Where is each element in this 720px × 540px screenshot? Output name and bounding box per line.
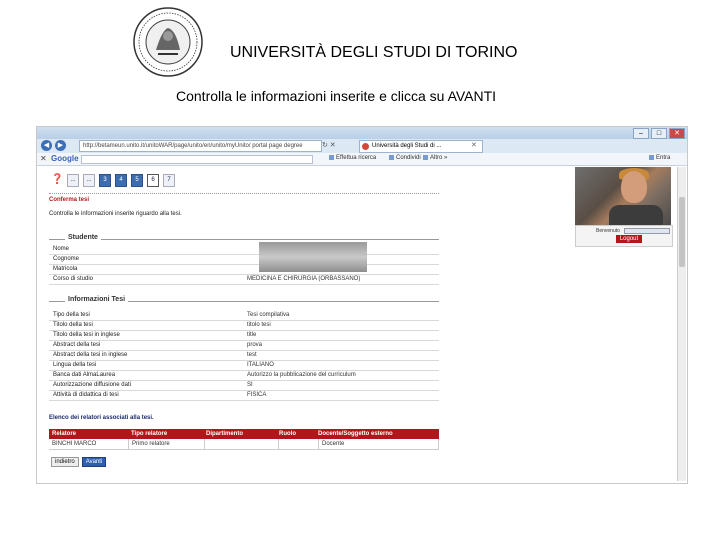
pager-item-current[interactable]: 6 — [147, 173, 159, 187]
window-titlebar: – □ ✕ — [37, 127, 687, 139]
vertical-scrollbar[interactable] — [677, 167, 686, 481]
help-icon[interactable]: ❓ — [51, 174, 63, 186]
google-search-input[interactable] — [81, 155, 313, 164]
refresh-icon[interactable]: ↻ ✕ — [322, 141, 336, 149]
tesi-section: Informazioni Tesi Tipo della tesi Tesi co… — [49, 296, 439, 402]
close-toolbar-icon[interactable]: ✕ — [40, 154, 47, 163]
login-box: Benvenuto Logout — [575, 225, 673, 247]
redacted-personal-data — [259, 242, 367, 272]
tab-unito[interactable]: Università degli Studi di ... — [359, 140, 483, 153]
pager-item[interactable]: ... — [83, 173, 95, 187]
back-arrow-icon[interactable]: ◀ — [41, 140, 52, 151]
tesi-legend: Informazioni Tesi — [65, 296, 129, 303]
next-button[interactable]: Avanti — [81, 457, 107, 467]
toolbar-login[interactable]: Entra — [649, 155, 670, 161]
forward-arrow-icon[interactable]: ▶ — [55, 140, 66, 151]
minimize-icon[interactable]: – — [633, 128, 649, 139]
relatori-table-header: Relatore Tipo relatore Dipartimento Ruol… — [49, 429, 439, 439]
studente-section: Studente Nome Cognome Matricola Corso di… — [49, 234, 439, 286]
field-row: Corso di studio MEDICINA E CHIRURGIA (ORB… — [49, 274, 439, 285]
pager-item[interactable]: 7 — [163, 173, 175, 187]
university-title: UNIVERSITÀ DEGLI STUDI DI TORINO — [230, 44, 518, 61]
login-label: Benvenuto — [596, 228, 620, 234]
scrollbar-thumb[interactable] — [679, 197, 685, 267]
page-subtitle: Controlla le informazioni inserite rigua… — [49, 211, 182, 217]
favicon-icon — [362, 143, 369, 150]
university-seal-logo — [133, 7, 203, 77]
step-pager: ❓ ... ... 3 4 5 6 7 — [51, 173, 175, 187]
student-banner-photo — [575, 167, 671, 225]
relatori-title: Elenco dei relatori associati alla tesi. — [49, 415, 154, 421]
divider — [49, 193, 439, 194]
field-row: Attività di didattica di tesi FISICA — [49, 390, 439, 401]
maximize-icon[interactable]: □ — [651, 128, 667, 139]
close-icon[interactable]: ✕ — [669, 128, 685, 139]
instruction-text: Controlla le informazioni inserite e cli… — [176, 88, 497, 104]
google-toolbar: ✕ Google Effettua ricerca Condividi Altr… — [37, 153, 687, 166]
address-bar: ◀ ▶ http://betameun.unito.it/unitoWAR/pa… — [37, 139, 687, 154]
studente-legend: Studente — [65, 234, 101, 241]
form-buttons: indietro Avanti — [51, 457, 107, 467]
toolbar-more[interactable]: Altro » — [423, 155, 447, 161]
username-field — [624, 228, 670, 234]
pager-item[interactable]: ... — [67, 173, 79, 187]
url-input[interactable]: http://betameun.unito.it/unitoWAR/page/u… — [79, 140, 322, 152]
tab-close-icon[interactable]: ✕ — [471, 141, 477, 149]
back-button[interactable]: indietro — [51, 457, 79, 467]
pager-item[interactable]: 3 — [99, 173, 111, 187]
pager-item[interactable]: 5 — [131, 173, 143, 187]
logout-button[interactable]: Logout — [616, 235, 642, 243]
browser-screenshot: – □ ✕ ◀ ▶ http://betameun.unito.it/unito… — [36, 126, 688, 484]
google-logo: Google — [51, 154, 79, 163]
pager-item[interactable]: 4 — [115, 173, 127, 187]
table-row: BINCHI MARCO Primo relatore Docente — [49, 439, 439, 450]
page-title: Conferma tesi — [49, 197, 90, 203]
toolbar-search[interactable]: Effettua ricerca — [329, 155, 376, 161]
toolbar-share[interactable]: Condividi — [389, 155, 421, 161]
